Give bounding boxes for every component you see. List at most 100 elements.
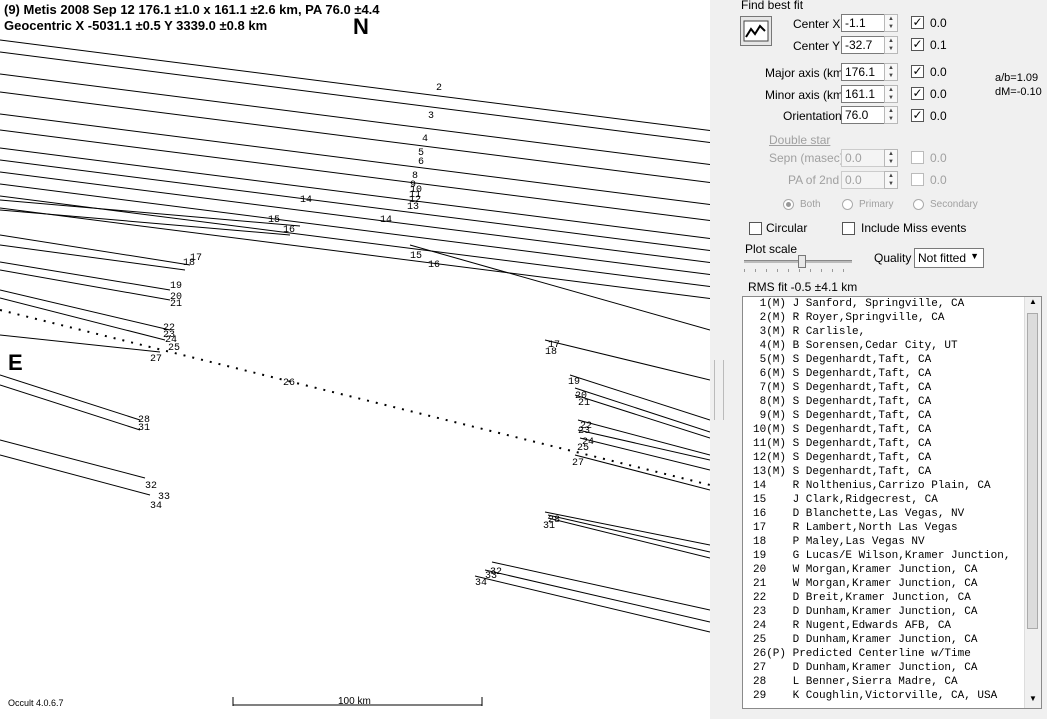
- list-item[interactable]: 22 D Breit,Kramer Junction, CA: [753, 591, 1041, 605]
- major-axis-spinner[interactable]: ▲ ▼: [884, 63, 898, 81]
- observer-list[interactable]: 1(M) J Sanford, Springville, CA 2(M) R R…: [742, 296, 1042, 709]
- list-item[interactable]: 8(M) S Degenhardt,Taft, CA: [753, 395, 1041, 409]
- include-miss-checkbox[interactable]: [842, 222, 855, 235]
- chord-label: 25: [168, 343, 180, 354]
- list-item[interactable]: 9(M) S Degenhardt,Taft, CA: [753, 409, 1041, 423]
- minor-axis-spinner[interactable]: ▲ ▼: [884, 85, 898, 103]
- plot-geocentric: Geocentric X -5031.1 ±0.5 Y 3339.0 ±0.8 …: [4, 18, 268, 33]
- radio-both[interactable]: [783, 199, 794, 210]
- center-x-spinner[interactable]: ▲ ▼: [884, 14, 898, 32]
- chord-label: 15: [410, 251, 422, 262]
- center-x-input[interactable]: -1.1: [841, 14, 885, 32]
- scroll-up-icon[interactable]: ▲: [1025, 297, 1041, 311]
- list-item[interactable]: 10(M) S Degenhardt,Taft, CA: [753, 423, 1041, 437]
- scroll-down-icon[interactable]: ▼: [1025, 694, 1041, 708]
- list-item[interactable]: 19 G Lucas/E Wilson,Kramer Junction,: [753, 549, 1041, 563]
- chord-line: [0, 439, 146, 479]
- minor-axis-sigma: 0.0: [930, 87, 947, 101]
- pa2-checkbox[interactable]: [911, 173, 924, 186]
- list-item[interactable]: 14 R Nolthenius,Carrizo Plain, CA: [753, 479, 1041, 493]
- fit-panel: Find best fit Center X -1.1 ▲ ▼ ✓ 0.0 Cen…: [736, 0, 1047, 719]
- chord-label: 16: [428, 260, 440, 271]
- list-item[interactable]: 29 K Coughlin,Victorville, CA, USA: [753, 689, 1041, 703]
- minor-axis-checkbox[interactable]: ✓: [911, 87, 924, 100]
- list-item[interactable]: 23 D Dunham,Kramer Junction, CA: [753, 605, 1041, 619]
- list-item[interactable]: 6(M) S Degenhardt,Taft, CA: [753, 367, 1041, 381]
- radio-secondary[interactable]: [913, 199, 924, 210]
- plot-scale-label: Plot scale: [745, 242, 798, 256]
- occultation-plot[interactable]: 2 3 4 5 6 8 9 10 11 12 13 14 15 16 14 15 16 17 18 19 20 21 22 2…: [0, 0, 710, 719]
- chord-line: [0, 183, 710, 276]
- list-item[interactable]: 11(M) S Degenhardt,Taft, CA: [753, 437, 1041, 451]
- center-y-input[interactable]: -32.7: [841, 36, 885, 54]
- orientation-checkbox[interactable]: ✓: [911, 109, 924, 122]
- list-item[interactable]: 16 D Blanchette,Las Vegas, NV: [753, 507, 1041, 521]
- major-axis-checkbox[interactable]: ✓: [911, 65, 924, 78]
- chord-label: 27: [572, 458, 584, 469]
- sepn-spinner[interactable]: ▲ ▼: [884, 149, 898, 167]
- radio-primary[interactable]: [842, 199, 853, 210]
- plot-scale-slider[interactable]: [744, 255, 852, 274]
- list-item[interactable]: 20 W Morgan,Kramer Junction, CA: [753, 563, 1041, 577]
- list-item[interactable]: 24 R Nugent,Edwards AFB, CA: [753, 619, 1041, 633]
- orientation-input[interactable]: 76.0: [841, 106, 885, 124]
- pa2-input[interactable]: 0.0: [841, 171, 885, 189]
- list-item[interactable]: 25 D Dunham,Kramer Junction, CA: [753, 633, 1041, 647]
- orientation-spinner[interactable]: ▲ ▼: [884, 106, 898, 124]
- list-item[interactable]: 13(M) S Degenhardt,Taft, CA: [753, 465, 1041, 479]
- minor-axis-input[interactable]: 161.1: [841, 85, 885, 103]
- list-item[interactable]: 2(M) R Royer,Springville, CA: [753, 311, 1041, 325]
- list-item[interactable]: 28 L Benner,Sierra Madre, CA: [753, 675, 1041, 689]
- scroll-thumb[interactable]: [1027, 313, 1038, 629]
- chord-line: [569, 374, 710, 421]
- chord-label: 6: [418, 157, 424, 168]
- radio-both-label: Both: [800, 199, 821, 210]
- chord-label: 27: [150, 354, 162, 365]
- chord-line: [0, 129, 710, 222]
- list-item[interactable]: 15 J Clark,Ridgecrest, CA: [753, 493, 1041, 507]
- circular-checkbox[interactable]: [749, 222, 762, 235]
- list-item[interactable]: 26(P) Predicted Centerline w/Time: [753, 647, 1041, 661]
- sepn-checkbox[interactable]: [911, 151, 924, 164]
- chord-plot-svg: 2345689101112131415161415161718192021222…: [0, 39, 710, 706]
- grip-icon: [714, 360, 724, 420]
- chord-line: [0, 159, 710, 252]
- rms-fit-label: RMS fit -0.5 ±4.1 km: [748, 280, 858, 294]
- list-item[interactable]: 21 W Morgan,Kramer Junction, CA: [753, 577, 1041, 591]
- list-item[interactable]: 4(M) B Sorensen,Cedar City, UT: [753, 339, 1041, 353]
- list-scrollbar[interactable]: ▲ ▼: [1024, 297, 1041, 708]
- chord-label: 23: [578, 426, 590, 437]
- chord-line: [577, 429, 710, 461]
- chord-line: [0, 199, 301, 227]
- find-best-fit-button[interactable]: [740, 16, 772, 46]
- list-item[interactable]: 18 P Maley,Las Vegas NV: [753, 535, 1041, 549]
- chord-line: [0, 39, 710, 132]
- center-x-label: Center X: [793, 17, 841, 31]
- minor-axis-label: Minor axis (km): [765, 88, 848, 102]
- center-x-sigma: 0.0: [930, 16, 947, 30]
- list-item[interactable]: 1(M) J Sanford, Springville, CA: [753, 297, 1041, 311]
- quality-select[interactable]: Not fitted ▼: [914, 248, 984, 268]
- major-axis-input[interactable]: 176.1: [841, 63, 885, 81]
- sepn-input[interactable]: 0.0: [841, 149, 885, 167]
- chord-label: 26: [283, 378, 295, 389]
- chord-label: 21: [170, 299, 182, 310]
- panel-splitter[interactable]: [710, 0, 736, 719]
- list-item[interactable]: 3(M) R Carlisle,: [753, 325, 1041, 339]
- chord-line: [544, 511, 710, 546]
- scale-label: 100 km: [338, 696, 371, 707]
- chord-label: 2: [436, 83, 442, 94]
- list-item[interactable]: 5(M) S Degenhardt,Taft, CA: [753, 353, 1041, 367]
- list-item[interactable]: 7(M) S Degenhardt,Taft, CA: [753, 381, 1041, 395]
- list-item[interactable]: 27 D Dunham,Kramer Junction, CA: [753, 661, 1041, 675]
- double-star-label: Double star: [769, 133, 831, 147]
- center-y-checkbox[interactable]: ✓: [911, 38, 924, 51]
- list-item[interactable]: 12(M) S Degenhardt,Taft, CA: [753, 451, 1041, 465]
- chord-label: 14: [380, 215, 392, 226]
- center-y-spinner[interactable]: ▲ ▼: [884, 36, 898, 54]
- pa2-spinner[interactable]: ▲ ▼: [884, 171, 898, 189]
- center-x-checkbox[interactable]: ✓: [911, 16, 924, 29]
- list-item[interactable]: 17 R Lambert,North Las Vegas: [753, 521, 1041, 535]
- quality-label: Quality: [874, 251, 912, 265]
- chord-label: 3: [428, 111, 434, 122]
